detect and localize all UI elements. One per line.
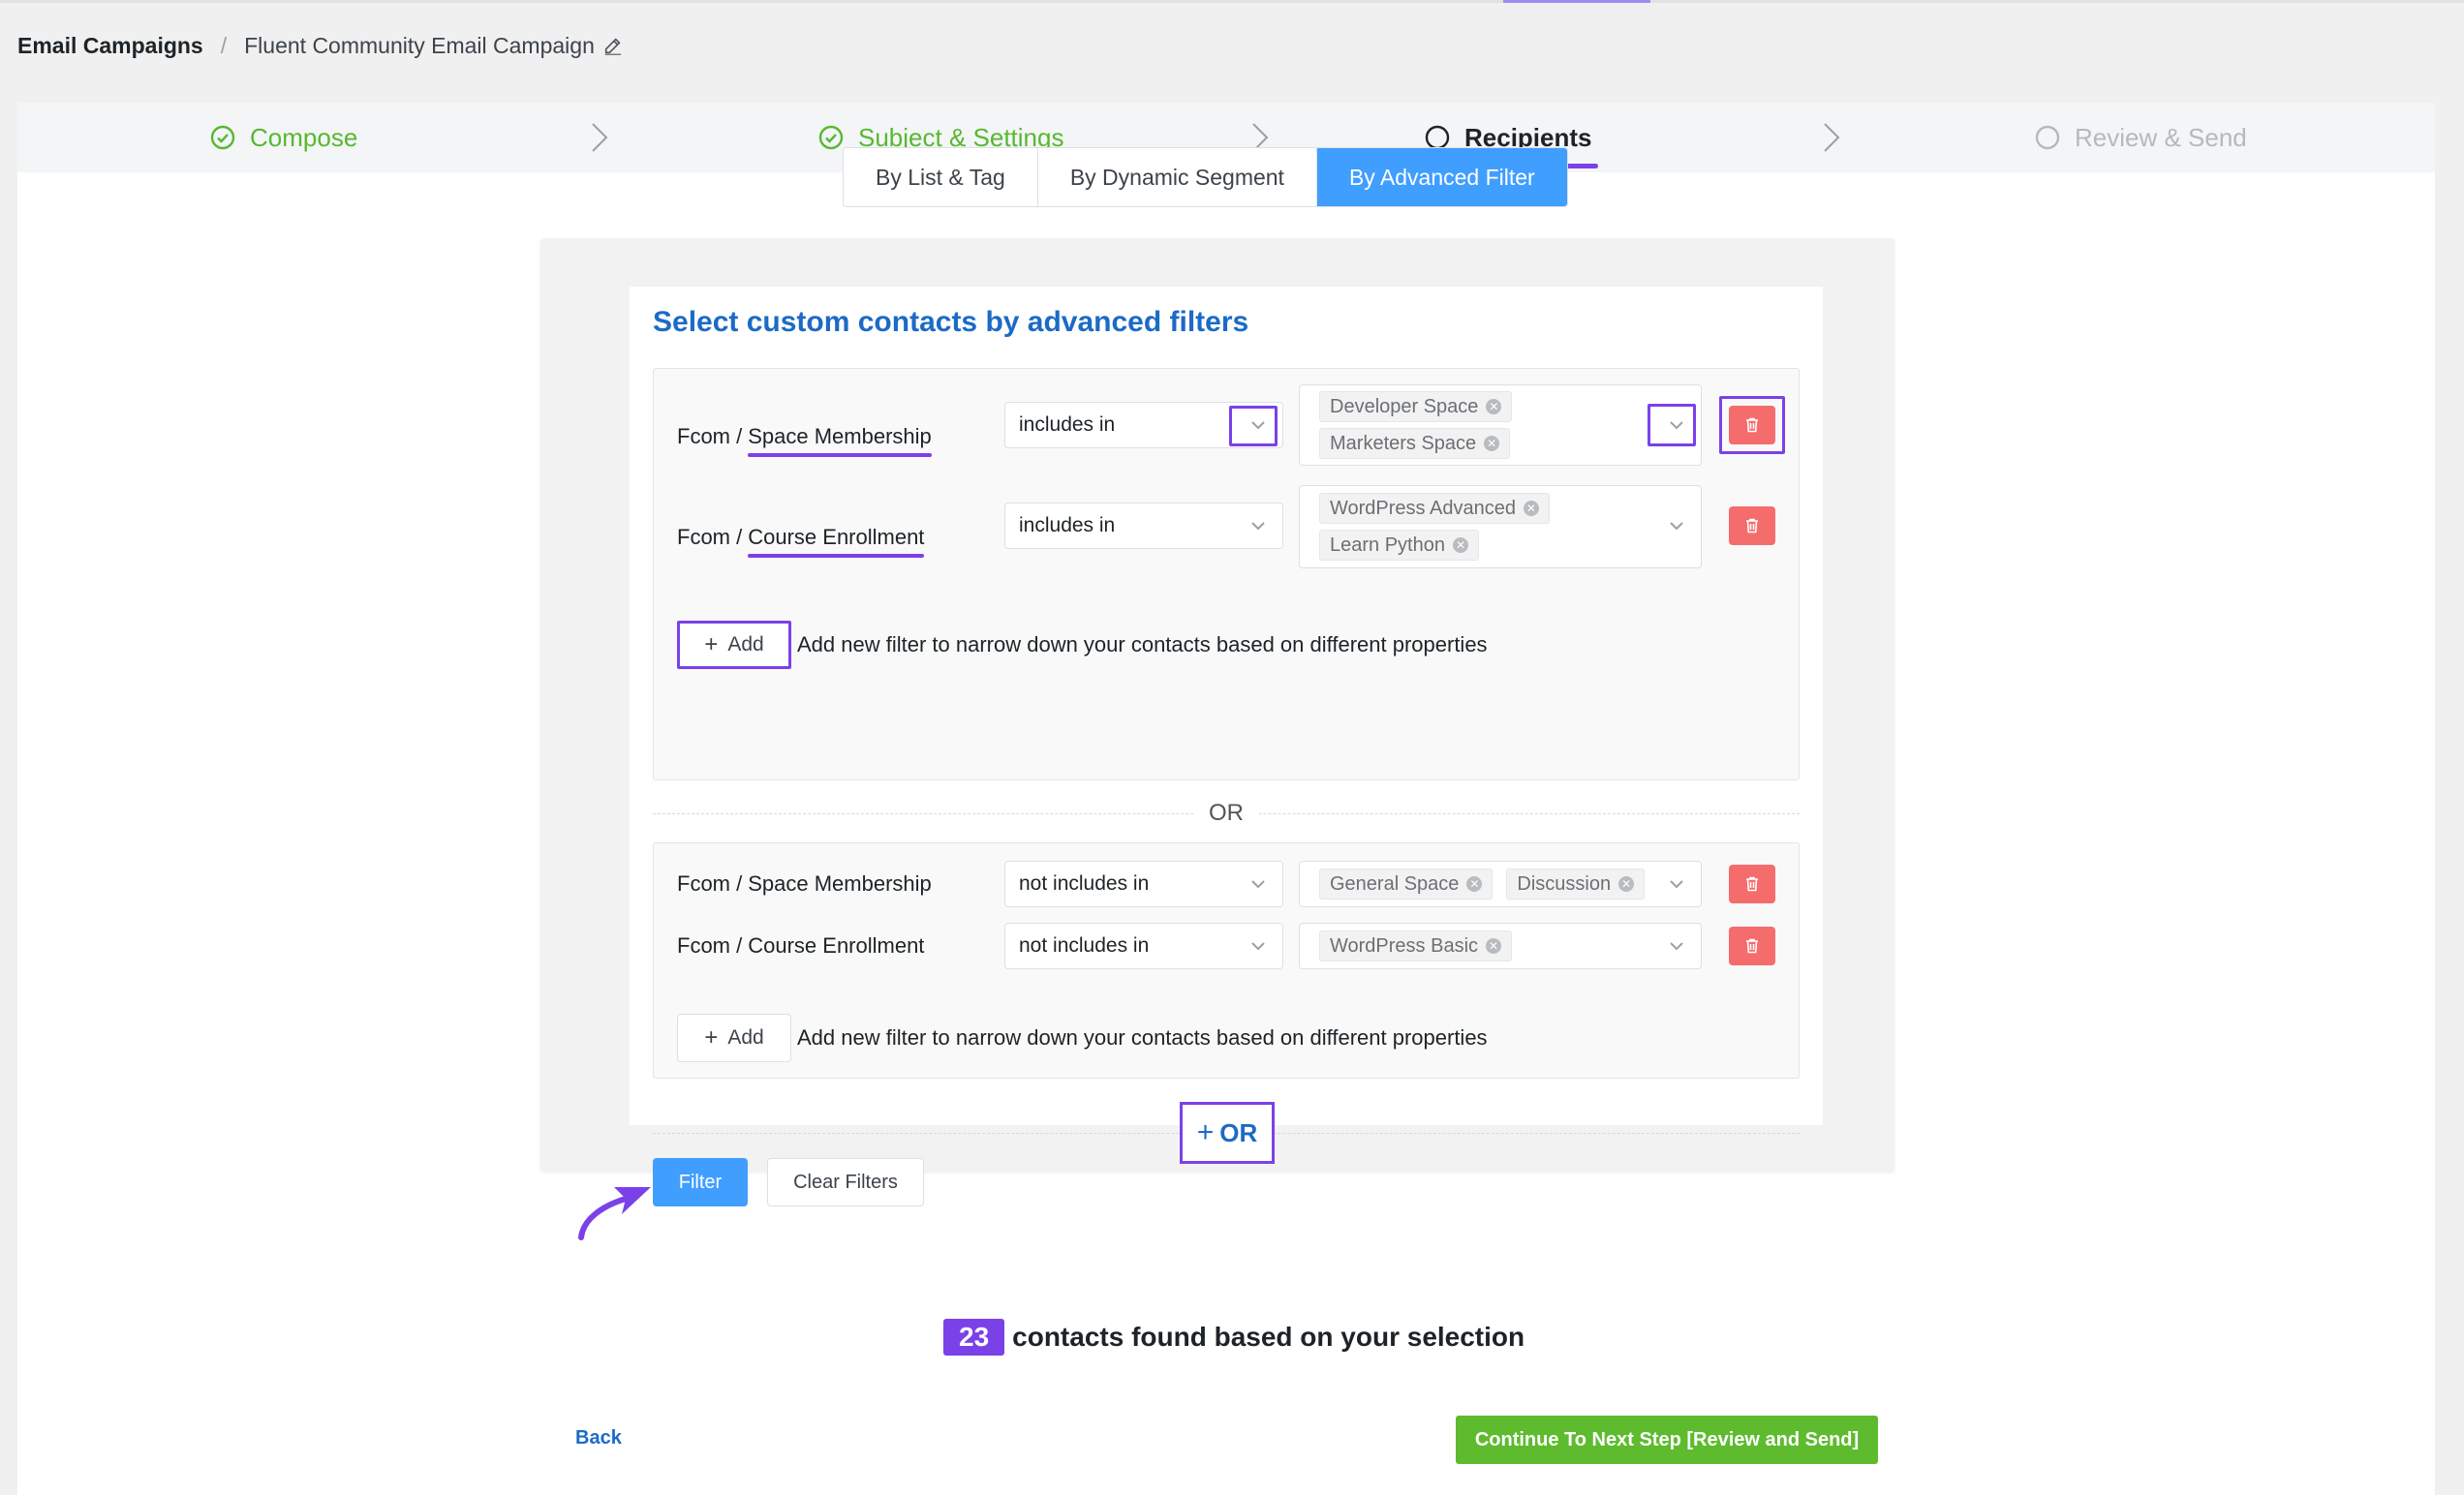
step-review-send[interactable]: Review & Send [2034,103,2247,172]
add-or-group-button[interactable]: + OR [1180,1102,1275,1164]
tab-by-advanced-filter[interactable]: By Advanced Filter [1316,148,1567,206]
tag-remove-icon[interactable]: ✕ [1466,876,1483,892]
plus-icon: + [704,631,719,657]
add-filter-hint: Add new filter to narrow down your conta… [797,1025,1488,1050]
value-multiselect[interactable]: General Space ✕ Discussion ✕ [1299,861,1702,907]
breadcrumb-root[interactable]: Email Campaigns [17,33,203,59]
result-text: contacts found based on your selection [1012,1322,1525,1352]
add-filter-button[interactable]: + Add [677,1014,791,1062]
tag-remove-icon[interactable]: ✕ [1618,876,1635,892]
trash-icon [1746,938,1758,954]
trash-icon [1746,876,1758,892]
value-tag: Learn Python ✕ [1319,530,1479,561]
delete-filter-button[interactable] [1729,506,1775,545]
filter-button[interactable]: Filter [653,1158,748,1206]
chevron-right-icon [1824,123,1840,152]
breadcrumb: Email Campaigns / Fluent Community Email… [17,29,624,62]
value-tag: WordPress Advanced ✕ [1319,493,1550,524]
chevron-down-icon[interactable] [1666,515,1687,536]
value-tag: WordPress Basic ✕ [1319,931,1513,961]
filter-property: Space Membership [748,871,932,896]
plus-icon: + [704,1024,719,1051]
value-multiselect[interactable]: WordPress Advanced ✕ Learn Python ✕ [1299,485,1702,568]
operator-select[interactable]: not includes in [1004,923,1283,969]
tab-by-dynamic-segment[interactable]: By Dynamic Segment [1037,148,1317,206]
chevron-down-icon[interactable] [1247,515,1269,536]
tag-remove-icon[interactable]: ✕ [1484,436,1500,451]
filter-property: Course Enrollment [748,933,925,958]
chevron-down-icon[interactable] [1247,414,1269,436]
chevron-down-icon[interactable] [1666,873,1687,895]
value-tag: Discussion ✕ [1506,869,1646,900]
value-tag: Marketers Space ✕ [1319,428,1511,459]
continue-button[interactable]: Continue To Next Step [Review and Send] [1456,1416,1878,1464]
filter-title: Select custom contacts by advanced filte… [653,306,1249,338]
operator-select[interactable]: includes in [1004,402,1283,448]
circle-icon [2034,124,2061,151]
trash-icon [1746,417,1758,433]
tag-remove-icon[interactable]: ✕ [1486,399,1502,414]
filter-group-1: Fcom / Space Membership includes in Deve… [653,368,1800,780]
chevron-down-icon[interactable] [1247,873,1269,895]
operator-select[interactable]: not includes in [1004,861,1283,907]
chevron-down-icon[interactable] [1247,935,1269,957]
clear-filters-button[interactable]: Clear Filters [767,1158,924,1206]
value-multiselect[interactable]: Developer Space ✕ Marketers Space ✕ [1299,384,1702,466]
tab-by-list-tag[interactable]: By List & Tag [844,148,1038,206]
filter-property: Course Enrollment [748,525,925,558]
top-progress-line [0,0,2464,3]
tag-remove-icon[interactable]: ✕ [1452,537,1468,553]
value-tag: Developer Space ✕ [1319,391,1513,422]
step-label: Compose [250,122,358,152]
delete-filter-button[interactable] [1729,865,1775,903]
top-progress-accent [1503,0,1650,3]
breadcrumb-current: Fluent Community Email Campaign [244,32,595,58]
filter-field-label: Fcom / Space Membership [677,871,932,896]
breadcrumb-separator: / [220,32,228,58]
check-circle-icon [817,124,845,151]
value-tag: General Space ✕ [1319,869,1494,900]
filter-group-2: Fcom / Space Membership not includes in … [653,842,1800,1079]
chevron-down-icon[interactable] [1666,935,1687,957]
operator-select[interactable]: includes in [1004,503,1283,549]
delete-filter-button[interactable] [1729,406,1775,444]
filter-field-label: Fcom / Course Enrollment [677,525,925,558]
add-filter-hint: Add new filter to narrow down your conta… [797,632,1488,656]
annotation-arrow-icon [578,1187,651,1240]
check-circle-icon [209,124,236,151]
filter-field-label: Fcom / Course Enrollment [677,933,925,958]
plus-icon: + [1196,1116,1215,1148]
tag-remove-icon[interactable]: ✕ [1523,501,1539,516]
chevron-down-icon[interactable] [1666,414,1687,436]
add-filter-button[interactable]: + Add [677,621,791,669]
filter-property: Space Membership [748,424,932,457]
filter-field-label: Fcom / Space Membership [677,424,932,457]
back-link[interactable]: Back [575,1427,622,1449]
recipient-mode-switch: By List & Tag By Dynamic Segment By Adva… [843,147,1568,207]
value-multiselect[interactable]: WordPress Basic ✕ [1299,923,1702,969]
step-compose[interactable]: Compose [209,103,357,172]
step-label: Review & Send [2075,122,2247,152]
or-label: OR [1193,796,1259,831]
chevron-right-icon [592,123,608,152]
contact-count-badge: 23 [943,1319,1005,1356]
result-summary: 23 contacts found based on your selectio… [943,1319,1525,1356]
delete-filter-button[interactable] [1729,927,1775,965]
tag-remove-icon[interactable]: ✕ [1486,938,1502,954]
trash-icon [1746,518,1758,534]
edit-pencil-icon[interactable] [602,35,624,56]
